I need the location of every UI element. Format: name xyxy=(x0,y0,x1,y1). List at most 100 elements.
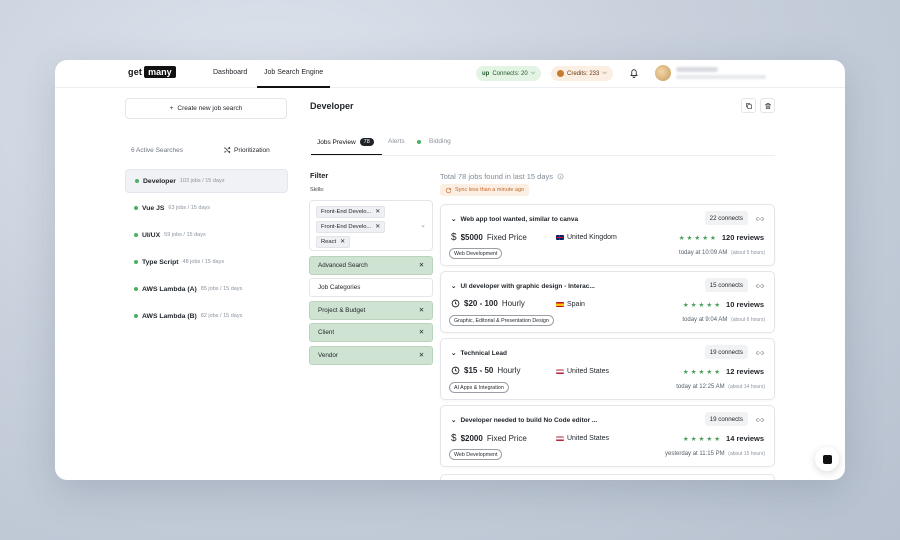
skills-label: Skills: xyxy=(310,187,325,193)
tab-jobs-preview[interactable]: Jobs Preview 78 xyxy=(317,138,374,146)
job-card[interactable]: ⌄ Web app tool wanted, similar to canva … xyxy=(440,204,775,266)
job-title-row[interactable]: ⌄ Web app tool wanted, similar to canva xyxy=(451,215,578,224)
search-item-name: Vue JS xyxy=(142,204,165,212)
skills-select[interactable]: Front-End Develo... ✕ Front-End Develo..… xyxy=(309,200,433,251)
link-button[interactable] xyxy=(753,279,766,292)
search-item-developer[interactable]: Developer 103 jobs / 15 days xyxy=(125,169,288,193)
tab-bidding[interactable]: Bidding xyxy=(417,138,451,145)
job-reviews: ★★★★★ 14 reviews xyxy=(683,434,764,443)
job-title: Technical Lead xyxy=(460,349,507,357)
link-button[interactable] xyxy=(753,346,766,359)
spain-flag-icon xyxy=(556,302,564,307)
tab-jobs-preview-label: Jobs Preview xyxy=(317,138,356,146)
nav-job-search-engine[interactable]: Job Search Engine xyxy=(256,69,331,88)
filter-row-label: Project & Budget xyxy=(318,307,366,314)
create-job-search-button[interactable]: + Create new job search xyxy=(125,98,287,119)
job-country: United States xyxy=(556,368,609,375)
close-icon[interactable]: ✕ xyxy=(340,239,345,245)
close-icon[interactable]: ✕ xyxy=(375,209,380,215)
link-icon xyxy=(755,283,764,288)
job-country-name: United States xyxy=(567,435,610,442)
search-item-ui-ux[interactable]: UI/UX 59 jobs / 15 days xyxy=(125,223,288,247)
active-dot xyxy=(134,314,138,318)
bell-icon[interactable] xyxy=(628,67,640,79)
link-icon xyxy=(755,417,764,422)
nav-dashboard[interactable]: Dashboard xyxy=(213,69,247,76)
filter-row-label: Job Categories xyxy=(318,284,361,291)
credits-label: Credits: 233 xyxy=(567,70,600,77)
filter-vendor[interactable]: Vendor ✕ xyxy=(309,346,433,365)
skill-chip-label: Front-End Develo... xyxy=(321,209,372,215)
job-connects: 19 connects xyxy=(704,345,748,359)
link-button[interactable] xyxy=(753,413,766,426)
filter-job-categories[interactable]: Job Categories xyxy=(309,278,433,297)
close-icon[interactable]: ✕ xyxy=(419,329,424,336)
job-title-row[interactable]: ⌄ Developer needed to build No Code edit… xyxy=(451,416,597,425)
search-item-type-script[interactable]: Type Script 48 jobs / 15 days xyxy=(125,250,288,274)
filter-row-label: Client xyxy=(318,329,335,336)
close-icon[interactable]: ✕ xyxy=(419,352,424,359)
job-reviews: ★★★★★ 120 reviews xyxy=(679,233,764,242)
logo-get: get xyxy=(128,67,143,77)
close-icon[interactable]: ✕ xyxy=(419,307,424,314)
close-icon[interactable]: ✕ xyxy=(419,262,424,269)
tab-alerts[interactable]: Alerts xyxy=(388,138,405,145)
chevron-down-icon[interactable]: ⌄ xyxy=(451,282,456,290)
delete-button[interactable] xyxy=(760,98,775,113)
job-price: $15 - 50 Hourly xyxy=(451,366,520,375)
link-icon xyxy=(755,216,764,221)
active-dot xyxy=(135,179,139,183)
job-category-tag: Graphic, Editorial & Presentation Design xyxy=(449,315,554,326)
active-dot xyxy=(134,260,138,264)
us-flag-icon xyxy=(556,436,564,441)
filter-client[interactable]: Client ✕ xyxy=(309,323,433,342)
search-item-aws-lambda-b[interactable]: AWS Lambda (B) 82 jobs / 15 days xyxy=(125,304,288,328)
chat-button[interactable] xyxy=(815,447,839,471)
credits-pill[interactable]: Credits: 233 ⌵ xyxy=(551,66,613,81)
dollar-icon: $ xyxy=(451,433,457,444)
close-icon[interactable]: ✕ xyxy=(375,224,380,230)
job-card-next[interactable] xyxy=(440,474,775,480)
job-country-name: United States xyxy=(567,368,610,375)
job-title-row[interactable]: ⌄ UI developer with graphic design - Int… xyxy=(451,282,595,291)
job-country: United States xyxy=(556,435,609,442)
search-item-aws-lambda-a[interactable]: AWS Lambda (A) 85 jobs / 15 days xyxy=(125,277,288,301)
job-title-row[interactable]: ⌄ Technical Lead xyxy=(451,349,507,358)
chevron-down-icon[interactable]: ⌄ xyxy=(451,215,456,223)
stars-icon: ★★★★★ xyxy=(682,435,723,443)
job-card[interactable]: ⌄ Technical Lead 19 connects $15 - 50 Ho… xyxy=(440,338,775,400)
connects-pill[interactable]: up Connects: 20 ⌵ xyxy=(476,66,542,81)
chevron-down-icon[interactable]: ⌄ xyxy=(451,416,456,424)
stars-icon: ★★★★★ xyxy=(682,301,723,309)
coin-icon xyxy=(557,70,564,77)
job-card[interactable]: ⌄ UI developer with graphic design - Int… xyxy=(440,271,775,333)
blurred-user-email xyxy=(676,75,766,79)
job-connects: 19 connects xyxy=(704,412,748,426)
job-country: United Kingdom xyxy=(556,234,617,241)
chevron-down-icon[interactable]: ⌄ xyxy=(420,221,426,229)
filter-project-budget[interactable]: Project & Budget ✕ xyxy=(309,301,433,320)
search-item-meta: 48 jobs / 15 days xyxy=(182,259,225,265)
avatar[interactable] xyxy=(655,65,671,81)
search-item-name: AWS Lambda (A) xyxy=(142,285,197,293)
refresh-icon xyxy=(445,187,452,193)
prioritization-button[interactable]: Prioritization xyxy=(223,146,270,154)
link-button[interactable] xyxy=(753,212,766,225)
job-price: $ $5000 Fixed Price xyxy=(451,232,527,243)
search-item-meta: 63 jobs / 15 days xyxy=(168,205,211,211)
copy-button[interactable] xyxy=(741,98,756,113)
logo[interactable]: get many xyxy=(128,66,176,78)
job-card[interactable]: ⌄ Developer needed to build No Code edit… xyxy=(440,405,775,467)
create-job-search-label: Create new job search xyxy=(177,105,243,112)
job-price: $ $2000 Fixed Price xyxy=(451,433,527,444)
info-icon[interactable] xyxy=(557,173,564,180)
filter-advanced-search[interactable]: Advanced Search ✕ xyxy=(309,256,433,275)
chevron-down-icon[interactable]: ⌄ xyxy=(451,349,456,357)
sync-status[interactable]: Sync less than a minute ago xyxy=(440,184,530,196)
filter-row-label: Vendor xyxy=(318,352,338,359)
shuffle-icon xyxy=(224,146,231,154)
search-item-vue-js[interactable]: Vue JS 63 jobs / 15 days xyxy=(125,196,288,220)
prioritization-label: Prioritization xyxy=(234,146,270,154)
top-bar: get many Dashboard Job Search Engine up … xyxy=(55,60,845,88)
job-time: yesterday at 11:15 PM (about 15 hours) xyxy=(665,451,765,457)
